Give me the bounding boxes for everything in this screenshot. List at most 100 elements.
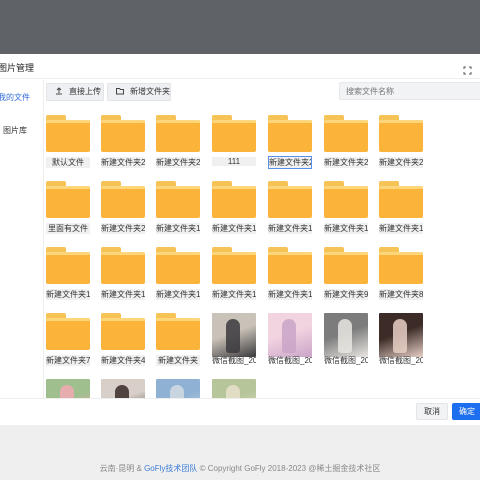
folder-item[interactable]: 新建文件夹7 [46, 313, 94, 373]
folder-icon [156, 313, 200, 351]
file-name-label: 默认文件 [46, 157, 90, 168]
folder-icon [212, 181, 256, 219]
upload-icon [56, 87, 62, 95]
file-name-label: 111 [212, 157, 256, 166]
upload-button[interactable]: 直接上传 [46, 83, 104, 101]
folder-item[interactable]: 新建文件夹16 [268, 181, 316, 241]
sidebar: 我的文件 图片库 [0, 80, 44, 398]
file-name-label: 新建文件夹20 [156, 157, 200, 168]
image-item[interactable] [156, 379, 204, 398]
file-name-label: 新建文件夹18 [212, 223, 256, 234]
file-name-label: 新建文件夹2 [379, 157, 423, 168]
file-name-label: 里面有文件 [46, 223, 90, 234]
folder-icon [46, 181, 90, 219]
folder-item[interactable]: 新建文件夹2 [379, 115, 427, 175]
image-thumbnail [101, 379, 145, 398]
folder-item[interactable]: 新建文件夹21 [101, 115, 149, 175]
image-thumbnail [379, 313, 423, 357]
image-thumbnail [46, 379, 90, 398]
footer-location: 云南·昆明 & [99, 464, 142, 473]
confirm-button[interactable]: 确定 [452, 403, 480, 420]
folder-item[interactable]: 新建文件夹12 [156, 247, 204, 307]
image-manager-dialog: 图片管理 我的文件 图片库 直接上传 新增文件夹 默认文件新建文件夹21 新建文件… [0, 54, 480, 425]
file-name-label: 新建文件夹20 [324, 157, 368, 168]
file-grid: 默认文件新建文件夹21 新建文件夹20 111 新建文件夹2 新建文件夹20 新建文件夹2… [44, 115, 478, 398]
upload-button-label: 直接上传 [69, 87, 101, 96]
image-item[interactable] [212, 379, 260, 398]
folder-item[interactable]: 默认文件 [46, 115, 94, 175]
image-item[interactable]: 微信截图_202 [46, 379, 94, 398]
sidebar-item-gallery[interactable]: 图片库 [0, 125, 27, 136]
footer-team-link[interactable]: GoFly技术团队 [144, 464, 197, 473]
cancel-button[interactable]: 取消 [416, 403, 448, 420]
folder-item[interactable]: 111 [212, 115, 260, 175]
search-input[interactable] [339, 82, 480, 100]
file-name-label: 新建文件夹 [156, 355, 200, 366]
folder-item[interactable]: 新建文件夹 [156, 313, 204, 373]
folder-icon [46, 115, 90, 153]
file-name-label: 新建文件夹2 [268, 156, 312, 169]
folder-icon [156, 181, 200, 219]
folder-item[interactable]: 新建文件夹20 [156, 115, 204, 175]
file-name-label: 新建文件夹13 [101, 289, 145, 300]
folder-item[interactable]: 新建文件夹8 [379, 247, 427, 307]
folder-icon [379, 181, 423, 219]
folder-icon [324, 247, 368, 285]
dialog-header: 图片管理 [0, 54, 480, 79]
file-name-label: 新建文件夹7 [46, 355, 90, 366]
sidebar-item-my-files[interactable]: 我的文件 [0, 92, 30, 103]
folder-item[interactable]: 里面有文件 [46, 181, 94, 241]
image-item[interactable]: 微信截图_202 [268, 313, 316, 373]
image-item[interactable]: 微信截图_202 [212, 313, 260, 373]
folder-item[interactable]: 新建文件夹20 [324, 115, 372, 175]
folder-icon [101, 247, 145, 285]
image-thumbnail [156, 379, 200, 398]
folder-icon [268, 115, 312, 153]
file-name-label: 新建文件夹11 [212, 289, 256, 300]
footer-copyright: © Copyright GoFly 2018-2023 [199, 464, 307, 473]
file-name-label: 新建文件夹10 [268, 289, 312, 300]
folder-icon [101, 313, 145, 351]
fullscreen-icon[interactable] [463, 62, 472, 75]
file-name-label: 新建文件夹8 [379, 289, 423, 300]
image-item[interactable]: 微信截图_202 [324, 313, 372, 373]
file-name-label: 新建文件夹15 [379, 223, 423, 234]
folder-item[interactable]: 新建文件夹13 [101, 247, 149, 307]
file-name-label: 微信截图_202 [324, 356, 368, 365]
folder-item[interactable]: 新建文件夹18 [212, 181, 260, 241]
folder-icon [46, 313, 90, 351]
folder-icon [212, 247, 256, 285]
folder-item[interactable]: 新建文件夹4 [101, 313, 149, 373]
folder-icon [212, 115, 256, 153]
folder-item[interactable]: 新建文件夹19 [156, 181, 204, 241]
folder-icon [379, 247, 423, 285]
file-name-label: 新建文件夹20 [101, 223, 145, 234]
file-name-label: 新建文件夹19 [156, 223, 200, 234]
folder-icon [268, 247, 312, 285]
file-name-label: 微信截图_202 [268, 356, 312, 365]
folder-item[interactable]: 新建文件夹13 [46, 247, 94, 307]
image-item[interactable]: 微信截图_202 [379, 313, 427, 373]
file-name-label: 新建文件夹16 [324, 223, 368, 234]
folder-item[interactable]: 新建文件夹11 [212, 247, 260, 307]
folder-icon [379, 115, 423, 153]
image-item[interactable] [101, 379, 149, 398]
new-folder-button[interactable]: 新增文件夹 [107, 83, 171, 101]
folder-item[interactable]: 新建文件夹16 [324, 181, 372, 241]
folder-icon [156, 247, 200, 285]
file-name-label: 新建文件夹21 [101, 157, 145, 168]
folder-item[interactable]: 新建文件夹9 [324, 247, 372, 307]
new-folder-button-label: 新增文件夹 [130, 87, 170, 96]
sidebar-item-label: 图片库 [3, 126, 27, 135]
folder-icon [101, 115, 145, 153]
folder-item[interactable]: 新建文件夹2 [268, 115, 316, 175]
file-name-label: 新建文件夹12 [156, 289, 200, 300]
folder-item[interactable]: 新建文件夹15 [379, 181, 427, 241]
folder-icon [46, 247, 90, 285]
folder-item[interactable]: 新建文件夹20 [101, 181, 149, 241]
file-name-label: 新建文件夹9 [324, 289, 368, 300]
image-thumbnail [324, 313, 368, 357]
folder-item[interactable]: 新建文件夹10 [268, 247, 316, 307]
file-name-label: 新建文件夹4 [101, 355, 145, 366]
dialog-footer [0, 398, 480, 425]
